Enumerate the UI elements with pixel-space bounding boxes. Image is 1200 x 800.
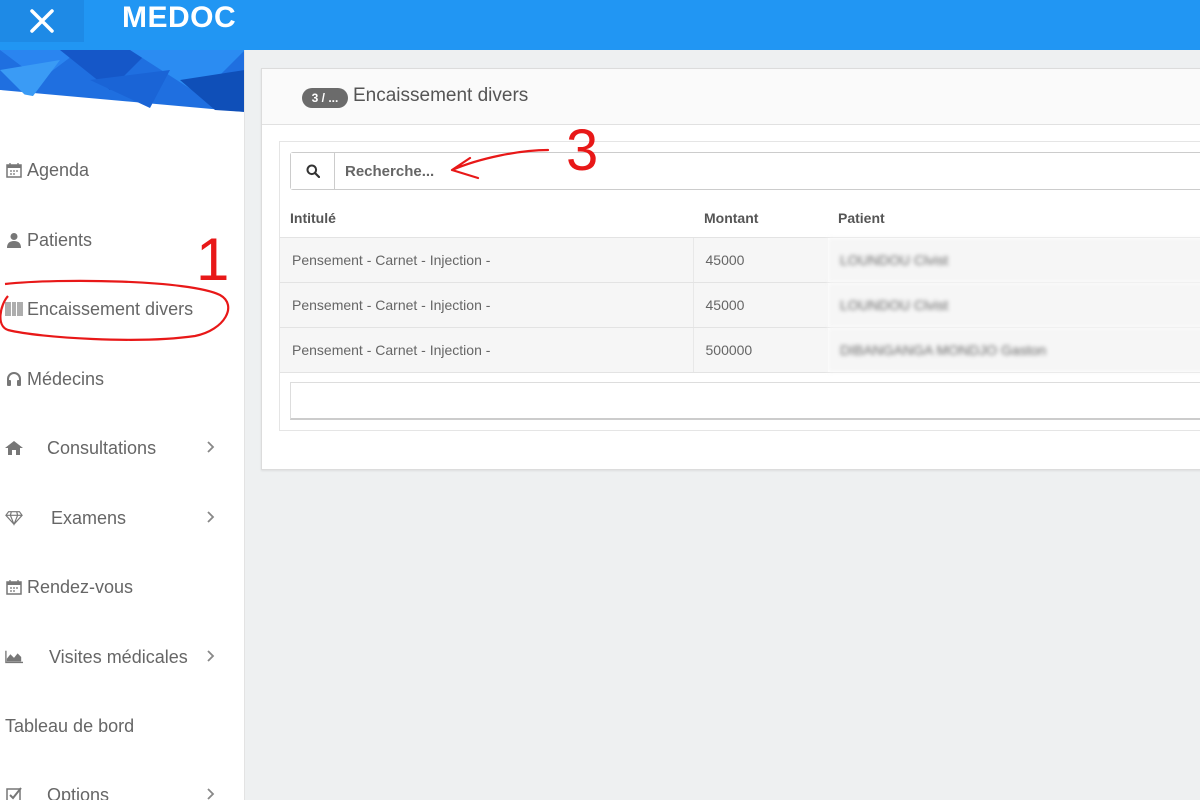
area-chart-icon xyxy=(5,650,23,664)
sidebar-item-label: Examens xyxy=(51,507,127,528)
sidebar-item-label: Rendez-vous xyxy=(27,576,134,597)
sidebar-item-patients[interactable]: Patients xyxy=(0,220,244,260)
sidebar: Agenda Patients Encaissement divers Méde… xyxy=(0,50,245,800)
column-header-patient[interactable]: Patient xyxy=(828,199,1200,238)
sidebar-item-examens[interactable]: Examens xyxy=(0,498,244,538)
sidebar-item-consultations[interactable]: Consultations xyxy=(0,428,244,468)
cell-montant: 500000 xyxy=(692,327,828,373)
app-title: MEDOC xyxy=(122,1,237,34)
cell-patient: LOUNDOU Clvist xyxy=(828,282,1200,328)
sidebar-item-medecins[interactable]: Médecins xyxy=(0,359,244,399)
top-bar: MEDOC xyxy=(0,0,1200,50)
close-menu-button[interactable] xyxy=(0,0,84,42)
calendar-icon xyxy=(5,162,23,178)
sidebar-item-label: Médecins xyxy=(27,368,105,389)
cell-montant: 45000 xyxy=(692,237,828,283)
sidebar-item-label: Visites médicales xyxy=(49,646,188,667)
page-title: Encaissement divers xyxy=(353,85,529,106)
sidebar-item-tableau-de-bord[interactable]: Tableau de bord xyxy=(0,706,244,746)
cell-patient: DIBANGANGA MONDJO Gaston xyxy=(828,327,1200,373)
sidebar-item-agenda[interactable]: Agenda xyxy=(0,150,244,190)
barcode-icon xyxy=(5,302,23,316)
chevron-right-icon xyxy=(207,511,215,523)
table-header-row: Intitulé Montant Patient xyxy=(280,199,1200,238)
sidebar-item-options[interactable]: Options xyxy=(0,775,244,800)
table-footer xyxy=(290,382,1200,420)
table-row[interactable]: Pensement - Carnet - Injection - 500000 … xyxy=(280,327,1200,373)
chevron-right-icon xyxy=(207,788,215,800)
diamond-icon xyxy=(5,510,23,526)
checkbox-icon xyxy=(5,787,23,800)
cell-patient: LOUNDOU Clvist xyxy=(828,237,1200,283)
search-input[interactable] xyxy=(345,158,945,184)
cell-montant: 45000 xyxy=(692,282,828,328)
payments-table: Intitulé Montant Patient Pensement - Car… xyxy=(280,199,1200,373)
cell-intitule: Pensement - Carnet - Injection - xyxy=(280,237,693,283)
table-container: Intitulé Montant Patient Pensement - Car… xyxy=(279,141,1200,431)
chevron-right-icon xyxy=(207,650,215,662)
search-icon xyxy=(306,164,320,178)
search-button[interactable] xyxy=(291,153,335,189)
sidebar-item-label: Encaissement divers xyxy=(27,298,194,319)
sidebar-item-rendez-vous[interactable]: Rendez-vous xyxy=(0,567,244,607)
column-header-intitule[interactable]: Intitulé xyxy=(280,199,693,238)
chevron-right-icon xyxy=(207,441,215,453)
sidebar-item-encaissement-divers[interactable]: Encaissement divers xyxy=(0,289,244,329)
sidebar-item-label: Patients xyxy=(27,229,93,250)
headphones-icon xyxy=(5,371,23,387)
sidebar-item-label: Agenda xyxy=(27,159,90,180)
cell-intitule: Pensement - Carnet - Injection - xyxy=(280,327,693,373)
close-icon xyxy=(30,9,54,33)
user-icon xyxy=(5,232,23,248)
table-row[interactable]: Pensement - Carnet - Injection - 45000 L… xyxy=(280,237,1200,283)
table-row[interactable]: Pensement - Carnet - Injection - 45000 L… xyxy=(280,282,1200,328)
sidebar-item-visites-medicales[interactable]: Visites médicales xyxy=(0,637,244,677)
search-bar xyxy=(290,152,1200,190)
page-badge: 3 / ... xyxy=(302,88,348,108)
column-header-montant[interactable]: Montant xyxy=(693,199,828,238)
content-panel: 3 / ... Encaissement divers Intitulé Mon… xyxy=(261,68,1200,470)
panel-header: 3 / ... Encaissement divers xyxy=(262,69,1200,125)
sidebar-item-label: Tableau de bord xyxy=(5,715,135,736)
cell-intitule: Pensement - Carnet - Injection - xyxy=(280,282,693,328)
sidebar-banner-image xyxy=(0,50,244,112)
home-icon xyxy=(5,441,23,455)
calendar-icon xyxy=(5,579,23,595)
sidebar-item-label: Options xyxy=(47,784,110,800)
sidebar-item-label: Consultations xyxy=(47,437,157,458)
